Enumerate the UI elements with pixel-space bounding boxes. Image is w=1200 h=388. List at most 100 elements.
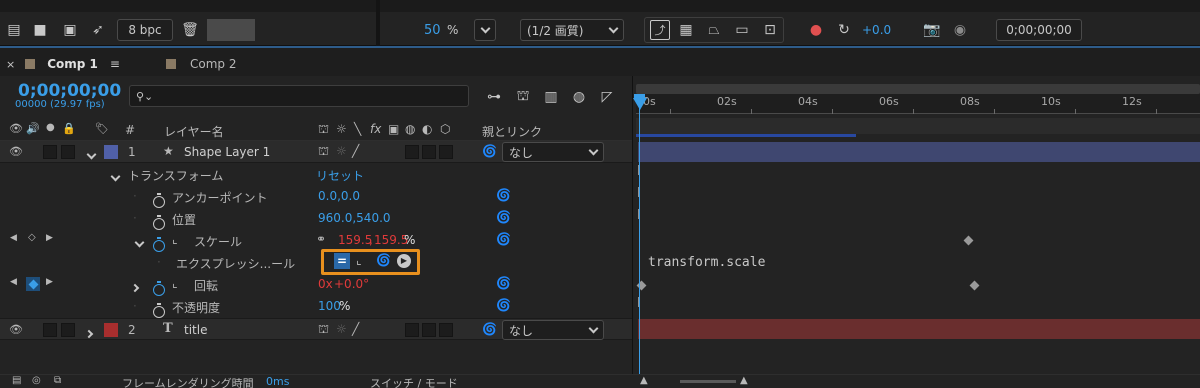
next-keyframe-icon[interactable]: ▶ xyxy=(46,233,53,243)
guides-icon[interactable]: ⊡ xyxy=(760,20,780,40)
zoom-in-icon[interactable]: ▲ xyxy=(740,375,748,386)
position-row[interactable]: · 位置 960.0,540.0 🌀 xyxy=(0,207,632,230)
search-input[interactable]: ⚲⌄ xyxy=(129,85,469,107)
next-keyframe-icon[interactable]: ▶ xyxy=(46,277,53,287)
expand-toggle[interactable] xyxy=(86,147,97,161)
pick-whip-icon[interactable]: 🌀 xyxy=(496,276,511,290)
transparency-grid-icon[interactable]: ▦ xyxy=(676,20,696,40)
expression-graph-icon[interactable]: ⌞ xyxy=(356,253,362,267)
pick-whip-icon[interactable]: 🌀 xyxy=(482,322,497,336)
prev-keyframe-icon[interactable]: ◀ xyxy=(10,277,17,287)
constrain-proportions-icon[interactable]: ⚭ xyxy=(316,232,326,246)
camera-icon[interactable]: 📷 xyxy=(922,20,942,40)
layer-name[interactable]: Shape Layer 1 xyxy=(184,145,270,159)
pick-whip-icon[interactable]: 🌀 xyxy=(496,210,511,224)
label-color[interactable] xyxy=(104,145,118,159)
lock-box[interactable] xyxy=(61,145,75,159)
switch-box[interactable] xyxy=(405,145,419,159)
label-icon[interactable]: 🏷 xyxy=(95,122,109,135)
timecode-display[interactable]: 0;00;00;00 xyxy=(996,19,1082,41)
parent-dropdown[interactable]: なし xyxy=(502,320,604,340)
eye-icon[interactable]: 👁 xyxy=(9,323,23,336)
expand-toggle[interactable] xyxy=(110,169,121,183)
mask-visibility-icon[interactable]: ⏢ xyxy=(704,20,724,40)
frame-blending-icon[interactable]: ▥ xyxy=(541,87,561,107)
switch-mode-toggle[interactable]: スイッチ / モード xyxy=(370,375,458,388)
anchor-point-row[interactable]: · アンカーポイント 0.0,0.0 🌀 xyxy=(0,185,632,208)
zoom-dropdown[interactable] xyxy=(474,19,496,41)
shy-layers-icon[interactable]: ⛫ xyxy=(513,87,533,107)
collapse-switch-icon[interactable]: ☼ xyxy=(336,144,347,158)
pick-whip-icon[interactable]: 🌀 xyxy=(496,188,511,202)
graph-editor-icon[interactable]: ◸ xyxy=(597,87,617,107)
fast-preview-icon[interactable]: ⤴ xyxy=(650,20,670,40)
graph-icon[interactable]: ⌞ xyxy=(172,232,178,246)
prev-keyframe-icon[interactable]: ◀ xyxy=(10,233,17,243)
zoom-value[interactable]: 50 xyxy=(424,23,441,38)
resolution-dropdown[interactable]: (1/2 画質) xyxy=(520,19,624,41)
layer-row-2[interactable]: 👁 2 T title ⛫ ☼ ╱ 🌀 なし xyxy=(0,318,632,340)
channel-icon[interactable]: ● xyxy=(806,20,826,40)
solo-box[interactable] xyxy=(43,323,57,337)
close-icon[interactable]: × xyxy=(6,58,15,71)
expand-toggle[interactable] xyxy=(84,326,94,340)
reset-exposure-icon[interactable]: ↻ xyxy=(834,20,854,40)
opacity-row[interactable]: · 不透明度 100 % 🌀 xyxy=(0,295,632,318)
expand-toggle[interactable] xyxy=(134,235,145,249)
eye-icon[interactable]: 👁 xyxy=(9,145,23,158)
zoom-slider[interactable] xyxy=(680,380,736,383)
tab-comp-1[interactable]: × Comp 1 ≡ xyxy=(6,54,132,74)
bpc-button[interactable]: 8 bpc xyxy=(117,19,173,41)
collapse-switch-icon[interactable]: ☼ xyxy=(336,322,347,336)
layer-name-header[interactable]: レイヤー名 xyxy=(164,123,224,140)
expand-toggle[interactable] xyxy=(130,280,140,294)
comp-mini-flowchart-icon[interactable]: ⊶ xyxy=(484,87,504,107)
graph-icon[interactable]: ⌞ xyxy=(172,276,178,290)
motion-blur-icon[interactable]: ◍ xyxy=(569,87,589,107)
stopwatch-icon[interactable] xyxy=(153,303,165,318)
opacity-value[interactable]: 100 xyxy=(318,299,341,313)
rotation-degrees[interactable]: +0.0° xyxy=(334,277,369,291)
solo-box[interactable] xyxy=(43,145,57,159)
solo-icon[interactable]: ● xyxy=(46,122,55,133)
lock-box[interactable] xyxy=(61,323,75,337)
menu-icon[interactable]: ≡ xyxy=(110,57,120,71)
lock-icon[interactable]: 🔒 xyxy=(62,122,76,135)
expression-pick-whip-icon[interactable]: 🌀 xyxy=(376,253,391,267)
transfer-controls-icon[interactable]: ◎ xyxy=(32,375,41,386)
show-snapshot-icon[interactable]: ◉ xyxy=(950,20,970,40)
in-out-icon[interactable]: ⧉ xyxy=(54,375,61,386)
property-value[interactable]: 960.0,540.0 xyxy=(318,211,391,225)
layer-row-1[interactable]: 👁 1 ★ Shape Layer 1 ⛫ ☼ ╱ 🌀 なし xyxy=(0,141,632,163)
scale-row[interactable]: ◀ ◇ ▶ ⌞ スケール ⚭ 159.5 , 159.5 % 🌀 xyxy=(0,229,632,252)
region-of-interest-icon[interactable]: ▭ xyxy=(732,20,752,40)
pick-whip-icon[interactable]: 🌀 xyxy=(496,232,511,246)
switch-box[interactable] xyxy=(439,323,453,337)
switch-box[interactable] xyxy=(422,145,436,159)
current-time[interactable]: 0;00;00;00 xyxy=(18,81,121,101)
expression-code[interactable]: transform.scale xyxy=(648,255,765,270)
reset-link[interactable]: リセット xyxy=(316,167,364,184)
rotation-turns[interactable]: 0x xyxy=(318,277,333,291)
enable-expression-icon[interactable]: = xyxy=(334,253,350,269)
shy-switch-icon[interactable]: ⛫ xyxy=(318,322,329,338)
playhead-handle[interactable] xyxy=(633,98,647,110)
layer-name[interactable]: title xyxy=(184,323,207,337)
trash-icon[interactable]: 🗑 xyxy=(180,20,200,40)
expression-language-menu-icon[interactable]: ▶ xyxy=(397,254,411,268)
eye-icon[interactable]: 👁 xyxy=(9,122,23,135)
scale-value-x[interactable]: 159.5 xyxy=(338,233,372,247)
switch-box[interactable] xyxy=(439,145,453,159)
quality-switch-icon[interactable]: ╱ xyxy=(352,144,359,158)
shy-switch-icon[interactable]: ⛫ xyxy=(318,144,329,160)
add-keyframe-icon[interactable] xyxy=(26,277,40,291)
exposure-value[interactable]: +0.0 xyxy=(862,23,891,37)
label-color[interactable] xyxy=(104,323,118,337)
layer-bar-2[interactable] xyxy=(638,319,1200,339)
layer-bar-1[interactable] xyxy=(638,142,1200,162)
playhead-head[interactable] xyxy=(634,94,645,99)
work-area-bar[interactable] xyxy=(636,84,1200,94)
audio-icon[interactable]: 🔊 xyxy=(26,122,40,135)
color-swatch[interactable] xyxy=(207,19,255,41)
expression-row[interactable]: · エクスプレッシ...ール = ⌞ 🌀 ▶ xyxy=(0,249,632,275)
